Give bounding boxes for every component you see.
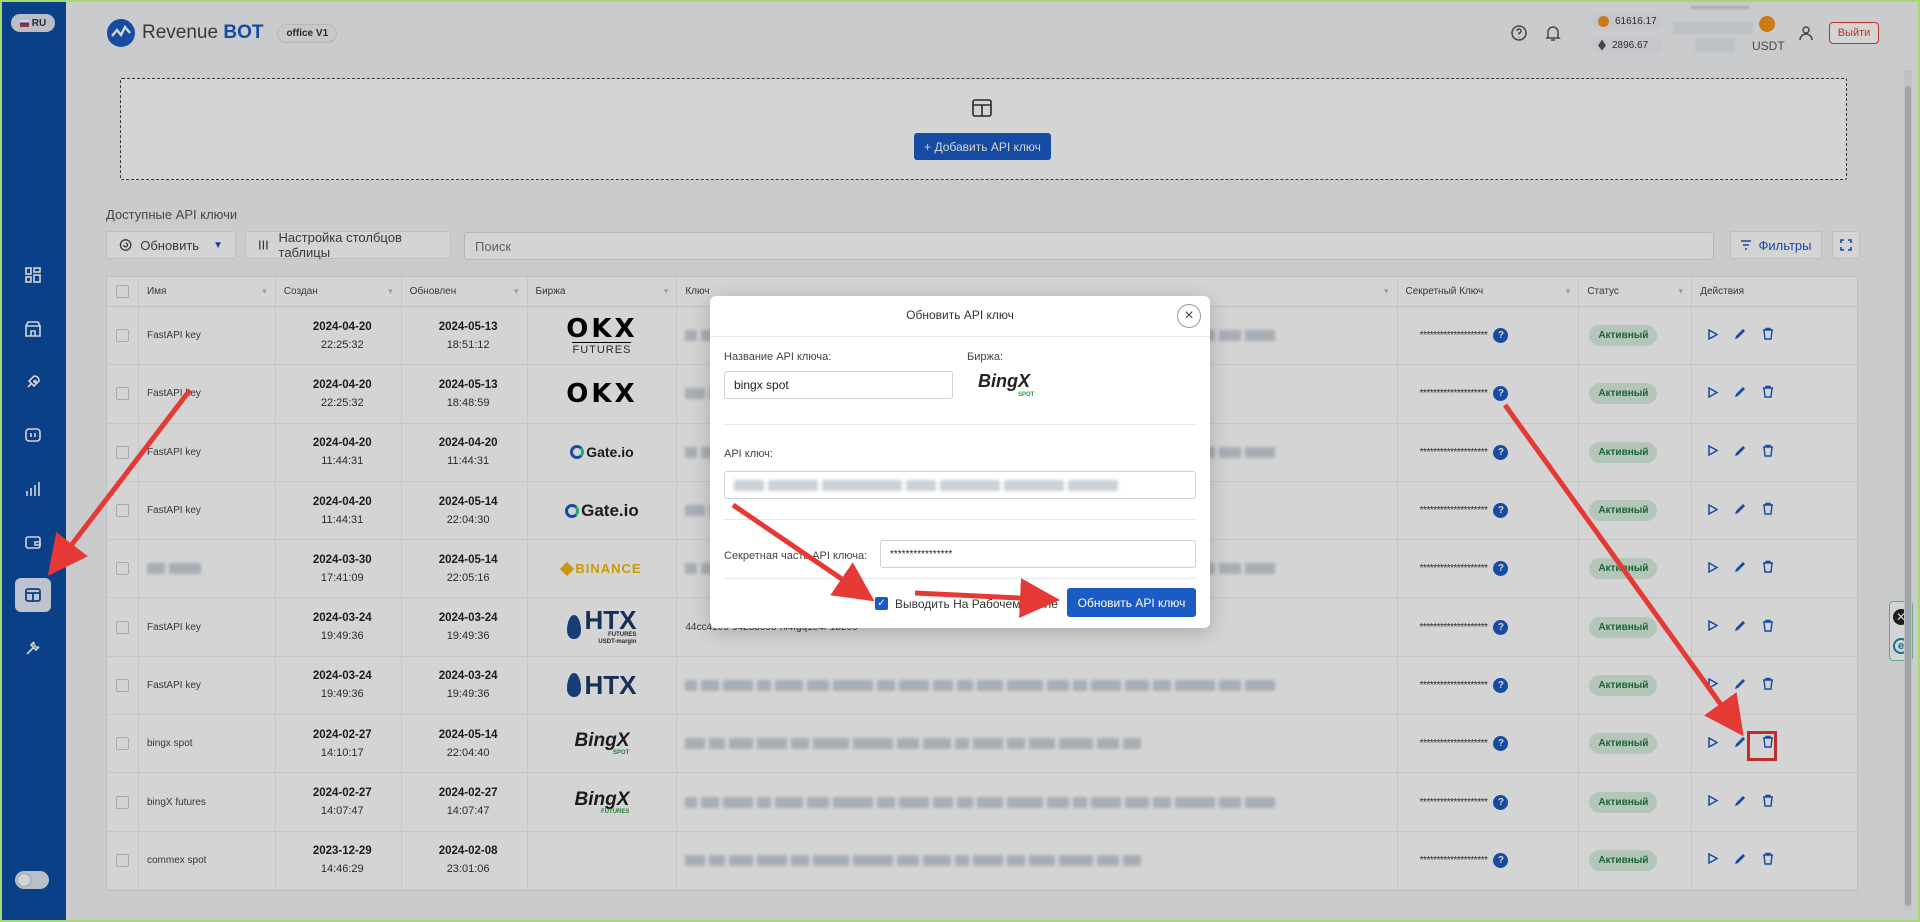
show-on-desktop-checkbox[interactable]: ✓	[875, 597, 888, 610]
api-key-input[interactable]	[724, 471, 1196, 499]
api-key-blurred	[734, 479, 1118, 491]
bingx-logo-text: BingX	[978, 371, 1030, 391]
modal-divider	[710, 336, 1210, 337]
modal-title: Обновить API ключ	[906, 308, 1014, 322]
modal-divider	[724, 578, 1196, 579]
bingx-logo: BingX	[978, 371, 1030, 392]
api-key-name-input[interactable]: bingx spot	[724, 371, 953, 399]
secret-key-label: Секретная часть API ключа:	[724, 550, 868, 562]
show-on-desktop-label[interactable]: Выводить На Рабочем Столе	[895, 597, 1058, 611]
bingx-spot-tag: SPOT	[1018, 392, 1035, 398]
api-key-name-label: Название API ключа:	[724, 351, 832, 363]
api-key-label: API ключ:	[724, 448, 773, 460]
update-api-key-modal: Обновить API ключ × Название API ключа: …	[710, 296, 1210, 628]
update-api-key-button[interactable]: Обновить API ключ	[1067, 588, 1196, 617]
modal-divider	[724, 424, 1196, 425]
modal-divider	[724, 519, 1196, 520]
close-icon[interactable]: ×	[1177, 304, 1201, 328]
exchange-label: Биржа:	[967, 351, 1004, 363]
secret-key-input[interactable]: ****************	[880, 540, 1196, 568]
